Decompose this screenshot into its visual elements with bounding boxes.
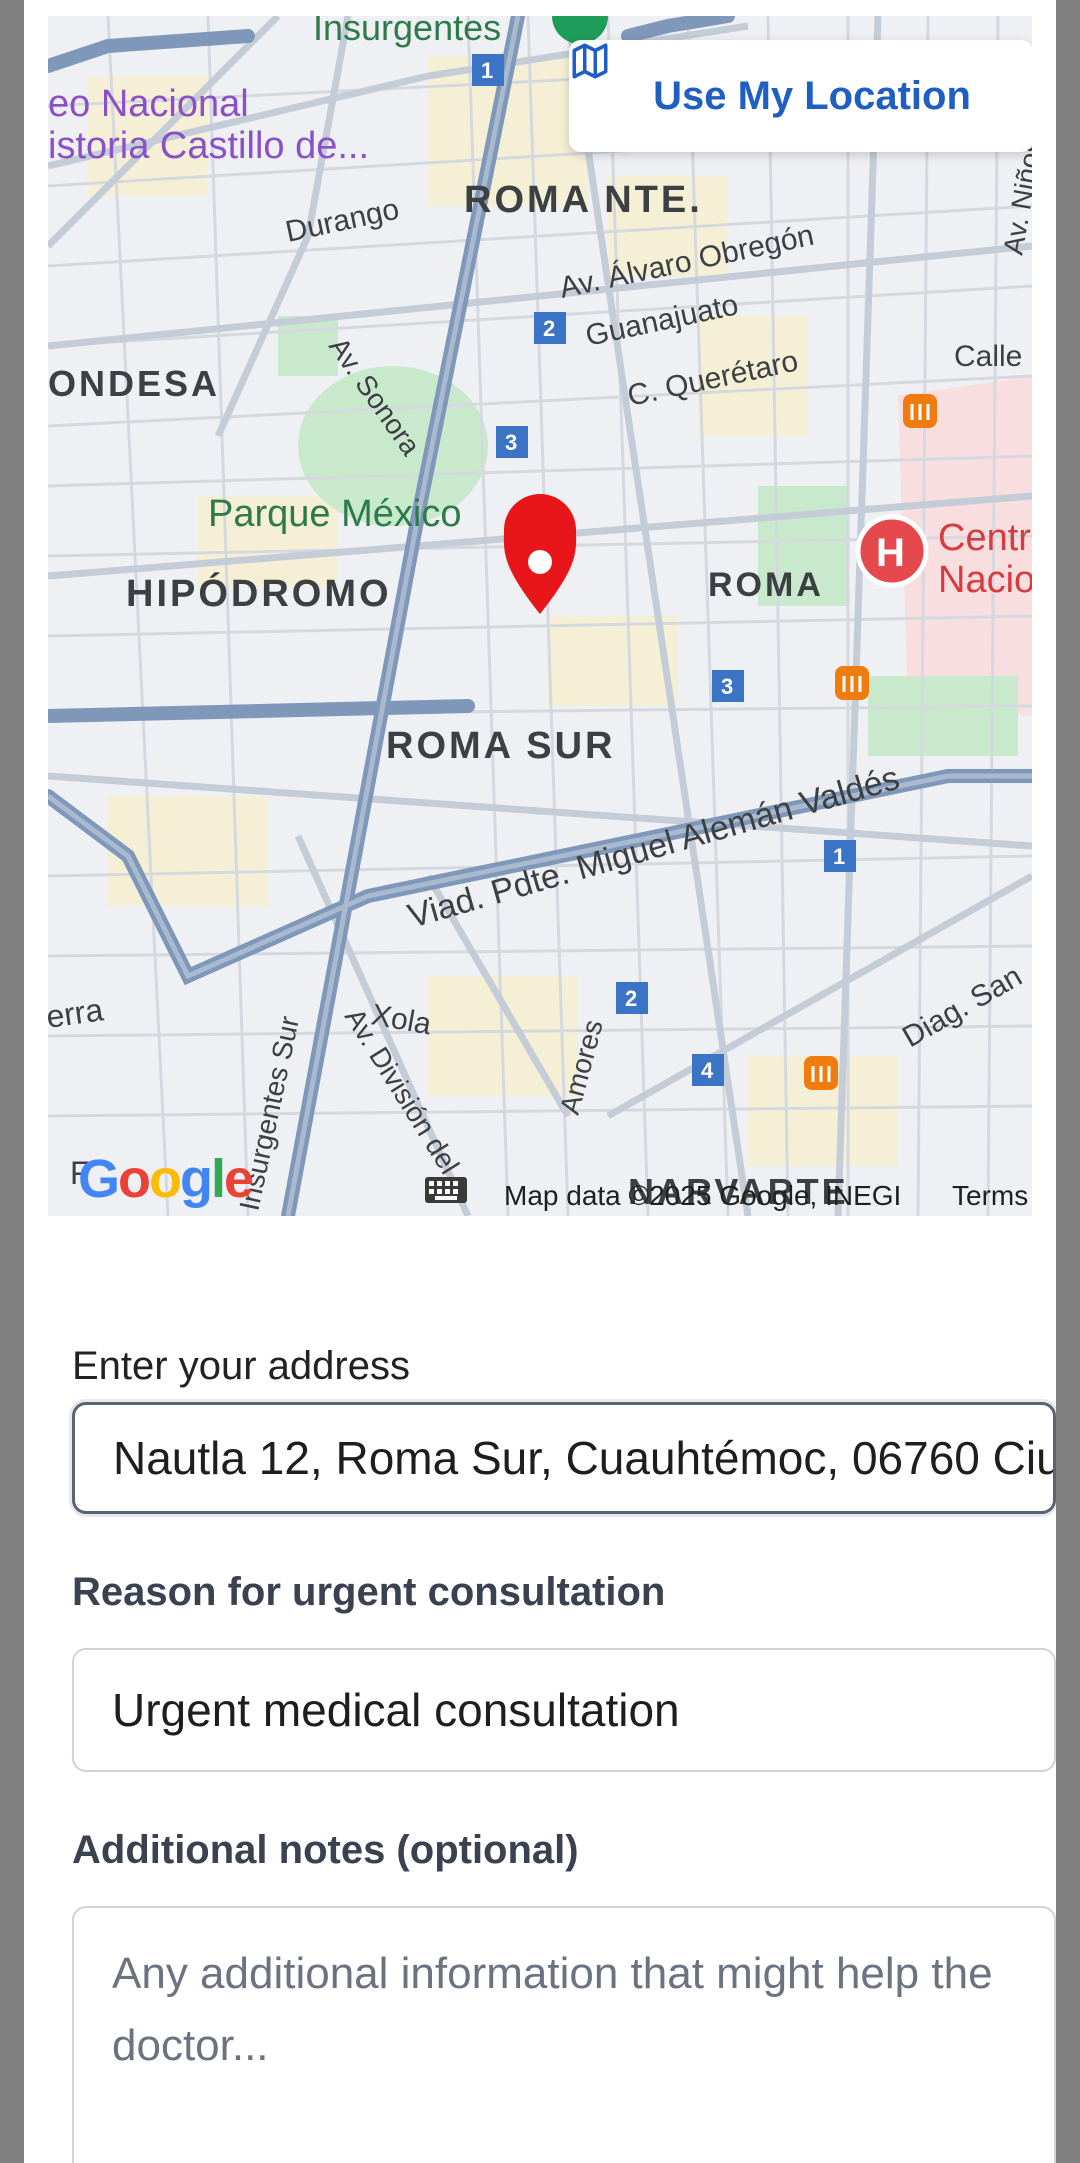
hospital-icon: H [855,514,929,588]
svg-text:ROMA: ROMA [708,566,824,604]
svg-text:H: H [876,531,905,575]
notes-label: Additional notes (optional) [72,1828,579,1872]
map-terms-link[interactable]: Terms [952,1180,1028,1212]
svg-text:ROMA SUR: ROMA SUR [386,725,615,767]
svg-text:ONDESA: ONDESA [48,363,220,404]
svg-text:2: 2 [625,986,637,1011]
svg-text:istoria Castillo de...: istoria Castillo de... [48,125,369,167]
svg-text:eo Nacional: eo Nacional [48,83,249,125]
map[interactable]: 1 2 3 3 1 2 4 H Insurgentes eo Nacional … [48,16,1032,1216]
svg-text:1: 1 [481,58,493,83]
svg-text:Parque México: Parque México [208,493,461,535]
notes-textarea[interactable]: Any additional information that might he… [72,1906,1056,2163]
reason-input[interactable]: Urgent medical consultation [72,1648,1056,1772]
svg-text:1: 1 [833,844,845,869]
use-my-location-label: Use My Location [653,73,971,118]
svg-text:HIPÓDROMO: HIPÓDROMO [126,571,392,615]
svg-text:3: 3 [505,430,517,455]
map-canvas[interactable]: 1 2 3 3 1 2 4 H Insurgentes eo Nacional … [48,16,1032,1216]
svg-text:4: 4 [701,1058,714,1083]
svg-text:Calle: Calle [954,340,1022,373]
reason-label: Reason for urgent consultation [72,1570,666,1614]
svg-text:Centr: Centr [938,517,1031,559]
svg-text:3: 3 [721,674,733,699]
svg-text:ROMA NTE.: ROMA NTE. [464,179,703,221]
use-my-location-button[interactable]: Use My Location [569,40,1032,152]
map-attribution: Map data ©2025 Google, INEGI [504,1180,902,1211]
address-input[interactable]: Nautla 12, Roma Sur, Cuauhtémoc, 06760 C… [72,1402,1056,1514]
page-sheet: 1 2 3 3 1 2 4 H Insurgentes eo Nacional … [24,0,1056,2163]
google-logo: Google [78,1149,254,1209]
svg-text:2: 2 [543,316,555,341]
svg-text:Nacio: Nacio [938,559,1032,601]
address-label: Enter your address [72,1344,410,1388]
svg-text:Insurgentes: Insurgentes [313,16,501,48]
